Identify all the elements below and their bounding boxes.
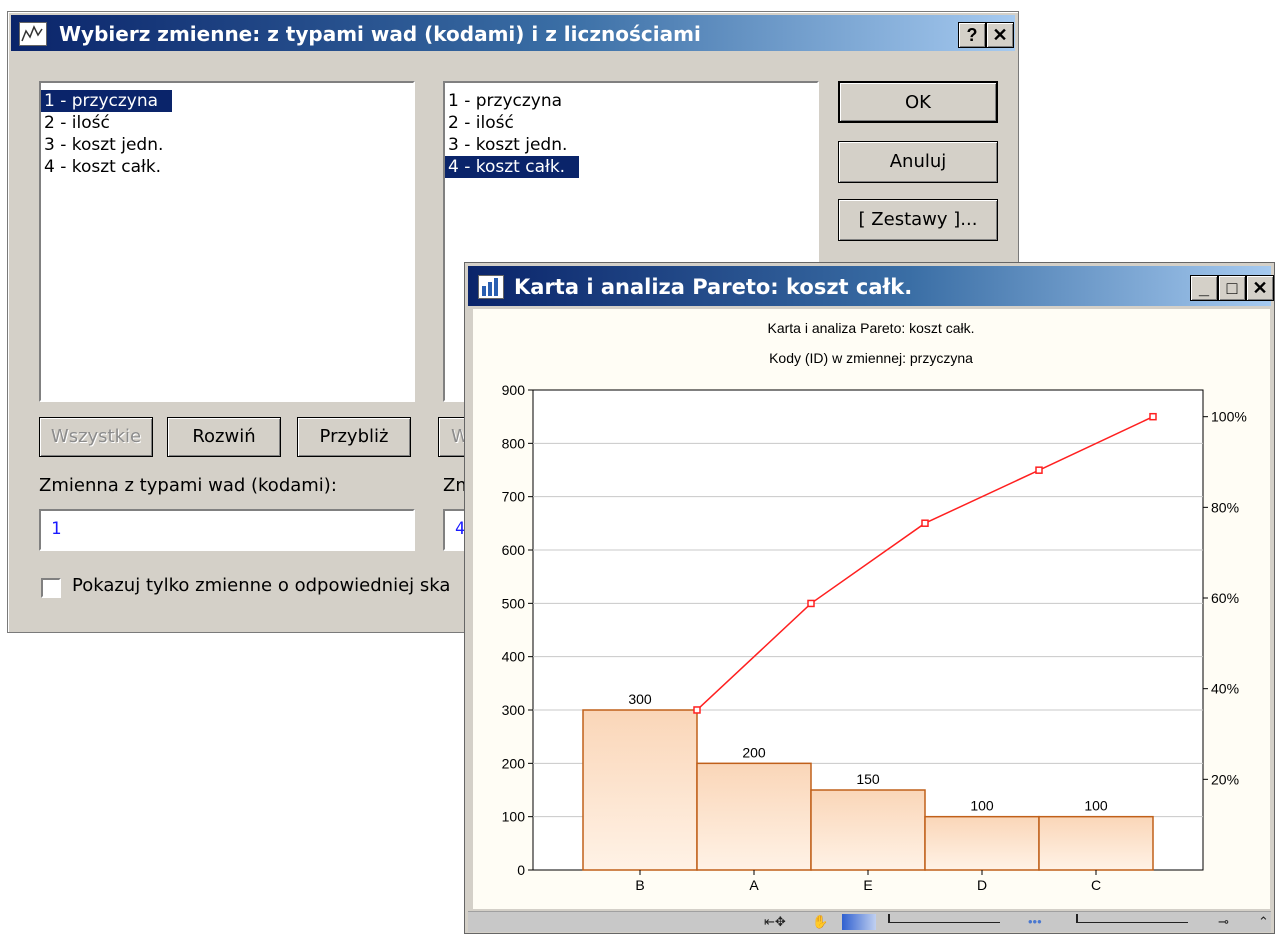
- y-tick-label: 800: [502, 435, 526, 451]
- cumulative-point: [1149, 412, 1157, 421]
- cumulative-point: [693, 706, 701, 714]
- y-tick-label: 300: [502, 702, 526, 718]
- gradient-icon[interactable]: [842, 914, 876, 930]
- help-button[interactable]: ?: [958, 22, 986, 48]
- dialog-close-button[interactable]: ✕: [986, 22, 1014, 48]
- expand-button[interactable]: Rozwiń: [167, 417, 281, 457]
- chart-app-icon: [19, 22, 47, 46]
- y2-tick-label: 40%: [1211, 681, 1239, 697]
- chart-subtitle: Kody (ID) w zmiennej: przyczyna: [769, 350, 973, 366]
- bar: [1038, 815, 1154, 871]
- right-list-item-label: 4 - koszt całk.: [445, 156, 580, 178]
- pareto-window-icon: [478, 275, 504, 299]
- collapse-icon[interactable]: ⌃: [1258, 914, 1269, 930]
- bar-value-label: 300: [628, 691, 652, 707]
- y2-tick-label: 20%: [1211, 771, 1239, 787]
- x-tick-label: E: [863, 877, 872, 893]
- sets-button[interactable]: [ Zestawy ]...: [838, 199, 998, 241]
- right-list-item-label: 2 - ilość: [448, 113, 514, 133]
- cancel-button[interactable]: Anuluj: [838, 141, 998, 183]
- dialog-titlebar[interactable]: Wybierz zmienne: z typami wad (kodami) i…: [11, 15, 1015, 51]
- y-tick-label: 600: [502, 542, 526, 558]
- y-tick-label: 500: [502, 595, 526, 611]
- bar-value-label: 100: [1084, 798, 1108, 814]
- y2-tick-label: 100%: [1211, 409, 1247, 425]
- dialog-title: Wybierz zmienne: z typami wad (kodami) i…: [59, 22, 701, 46]
- bar-value-label: 150: [856, 771, 880, 787]
- x-tick-label: C: [1091, 877, 1101, 893]
- right-list-item[interactable]: 4 - koszt całk.: [445, 156, 817, 178]
- x-tick-label: B: [635, 877, 644, 893]
- left-variable-list[interactable]: 1 - przyczyna 2 - ilość 3 - koszt jedn. 4 -…: [39, 81, 415, 402]
- ok-button[interactable]: OK: [838, 81, 998, 123]
- left-list-item[interactable]: 1 - przyczyna: [41, 90, 413, 112]
- y-tick-label: 400: [502, 649, 526, 665]
- y2-tick-label: 60%: [1211, 590, 1239, 606]
- left-list-item-label: 2 - ilość: [44, 113, 110, 133]
- left-variable-label: Zmienna z typami wad (kodami):: [39, 475, 337, 496]
- zoom-slider[interactable]: [888, 914, 1000, 923]
- pareto-chart: Karta i analiza Pareto: koszt całk. Kody …: [502, 320, 1247, 893]
- left-list-item-label: 4 - koszt całk.: [44, 157, 162, 177]
- left-list-item[interactable]: 4 - koszt całk.: [41, 156, 413, 178]
- bar-value-label: 200: [742, 744, 766, 760]
- move-icon[interactable]: ⇤✥: [764, 914, 786, 930]
- scale-slider[interactable]: [1076, 914, 1188, 923]
- cumulative-point: [807, 599, 815, 608]
- y2-tick-label: 80%: [1211, 499, 1239, 515]
- y-tick-label: 200: [502, 755, 526, 771]
- chart-close-button[interactable]: ✕: [1246, 275, 1274, 301]
- minimize-button[interactable]: _: [1190, 275, 1218, 301]
- right-list-item[interactable]: 1 - przyczyna: [445, 90, 817, 112]
- chart-window-title: Karta i analiza Pareto: koszt całk.: [514, 275, 913, 299]
- chart-titlebar[interactable]: Karta i analiza Pareto: koszt całk. _ □ …: [468, 266, 1274, 306]
- maximize-button[interactable]: □: [1218, 275, 1246, 301]
- dots-icon[interactable]: •••: [1028, 914, 1042, 930]
- y-tick-label: 900: [502, 382, 526, 398]
- y-tick-label: 0: [517, 862, 525, 878]
- x-tick-label: D: [977, 877, 987, 893]
- select-all-button[interactable]: Wszystkie: [39, 417, 153, 457]
- right-list-item-label: 3 - koszt jedn.: [448, 135, 568, 155]
- left-list-item[interactable]: 2 - ilość: [41, 112, 413, 134]
- show-matching-label: Pokazuj tylko zmienne o odpowiedniej ska: [72, 575, 451, 596]
- chart-title: Karta i analiza Pareto: koszt całk.: [768, 320, 975, 336]
- left-list-item[interactable]: 3 - koszt jedn.: [41, 134, 413, 156]
- hand-icon[interactable]: ✋: [812, 914, 828, 930]
- pin-icon[interactable]: ⊸: [1218, 914, 1229, 930]
- show-matching-checkbox[interactable]: [41, 578, 61, 598]
- pareto-chart-window: Karta i analiza Pareto: koszt całk. _ □ …: [464, 262, 1275, 934]
- bar: [810, 789, 926, 871]
- bar: [582, 709, 698, 871]
- right-list-item[interactable]: 3 - koszt jedn.: [445, 134, 817, 156]
- y-tick-label: 700: [502, 489, 526, 505]
- bar-value-label: 100: [970, 798, 994, 814]
- plot-area: Karta i analiza Pareto: koszt całk. Kody …: [473, 309, 1270, 909]
- left-list-item-label: 3 - koszt jedn.: [44, 135, 164, 155]
- right-list-item-label: 1 - przyczyna: [448, 91, 563, 111]
- graph-toolbar: ⇤✥ ✋ ••• ⊸ ⌃: [468, 911, 1271, 932]
- y-tick-label: 100: [502, 809, 526, 825]
- cumulative-point: [1035, 466, 1043, 474]
- bar: [924, 815, 1040, 871]
- left-list-item-label: 1 - przyczyna: [41, 90, 173, 112]
- x-tick-label: A: [749, 877, 759, 893]
- left-variable-field[interactable]: 1: [39, 509, 415, 551]
- right-list-item[interactable]: 2 - ilość: [445, 112, 817, 134]
- cumulative-point: [921, 519, 929, 527]
- zoom-button[interactable]: Przybliż: [297, 417, 411, 457]
- bar: [696, 762, 812, 871]
